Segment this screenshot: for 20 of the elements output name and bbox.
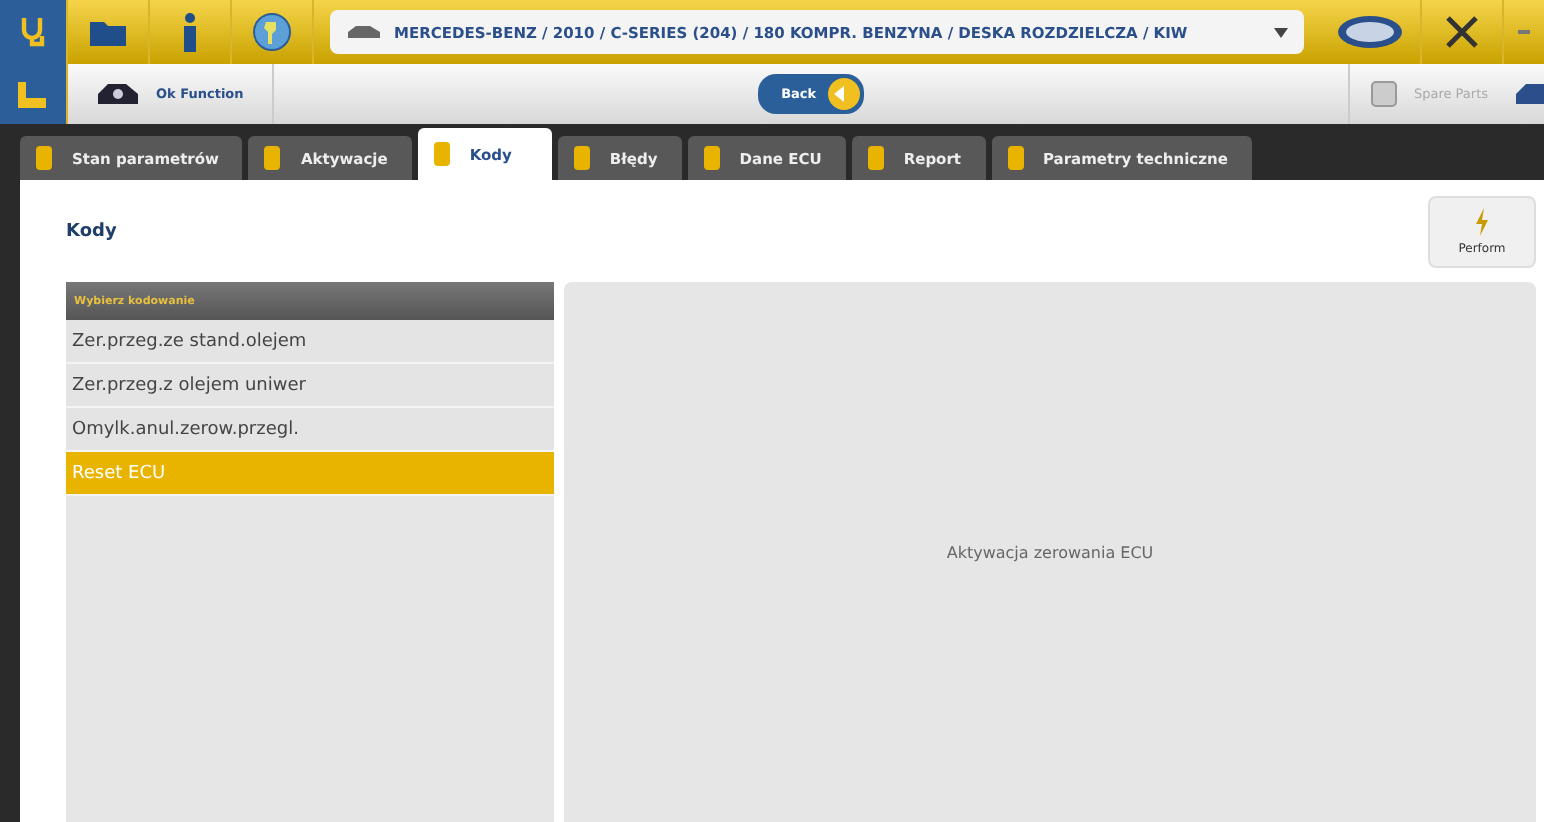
tab-icon (260, 144, 285, 172)
car-icon[interactable] (1516, 82, 1544, 106)
arrow-left-icon (828, 78, 861, 110)
tab-icon (429, 140, 454, 168)
tab-icon (863, 144, 888, 172)
car-icon (96, 82, 140, 106)
box-icon (1369, 80, 1398, 108)
tools-icon[interactable] (1442, 12, 1482, 52)
folder-icon[interactable] (90, 18, 126, 46)
page-title: Kody (66, 221, 117, 241)
tab-icon (32, 144, 56, 172)
lightning-icon (1474, 207, 1490, 235)
car-icon (346, 24, 382, 40)
dropdown-arrow-icon (1274, 27, 1288, 37)
info-icon[interactable] (180, 12, 200, 52)
tab-icon (569, 144, 594, 172)
tab-icon (1003, 144, 1027, 172)
tab-icon (699, 144, 724, 172)
detail-text: Aktywacja zerowania ECU (946, 543, 1154, 561)
brand-logo-icon (1336, 14, 1404, 50)
